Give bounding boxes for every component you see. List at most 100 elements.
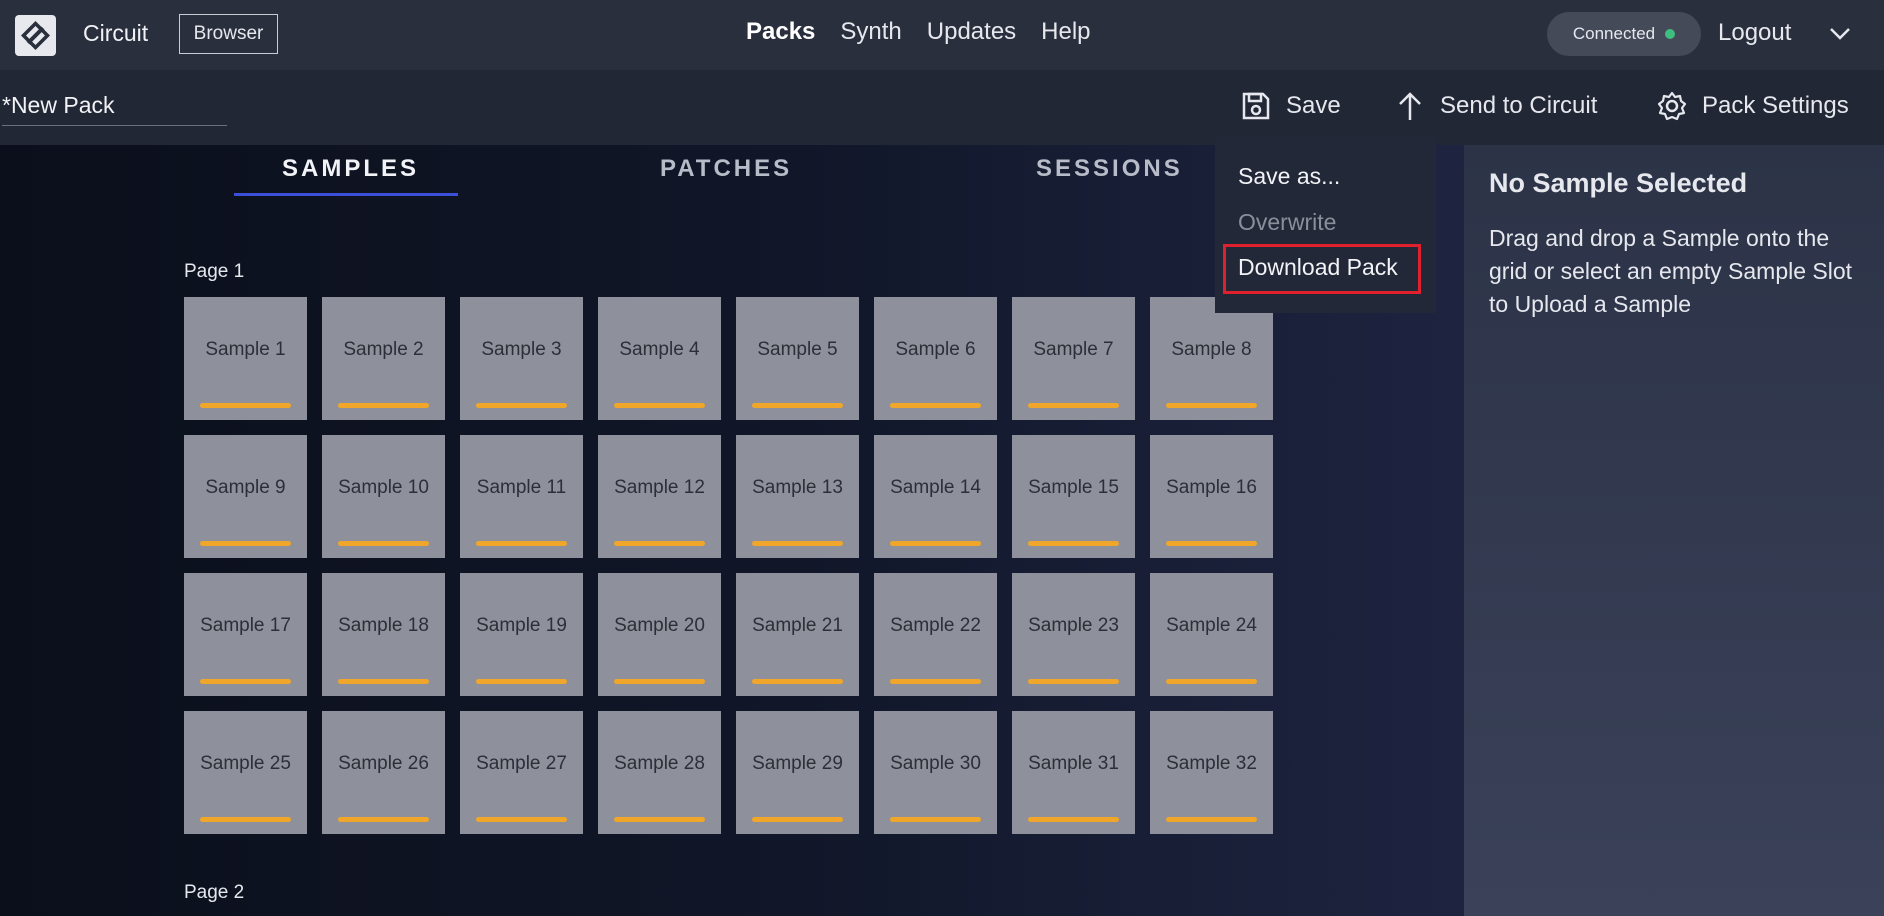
arrow-up-icon [1399, 92, 1421, 120]
sample-level-bar [338, 817, 429, 822]
sample-slot[interactable]: Sample 7 [1012, 297, 1135, 420]
sample-level-bar [476, 403, 567, 408]
sample-slot[interactable]: Sample 27 [460, 711, 583, 834]
pack-name-input[interactable]: *New Pack [2, 92, 227, 126]
menu-item-save-as[interactable]: Save as... [1238, 163, 1340, 190]
sample-slot[interactable]: Sample 24 [1150, 573, 1273, 696]
sample-slot[interactable]: Sample 4 [598, 297, 721, 420]
sample-slot[interactable]: Sample 12 [598, 435, 721, 558]
sample-level-bar [614, 817, 705, 822]
sample-level-bar [890, 817, 981, 822]
sample-slot[interactable]: Sample 21 [736, 573, 859, 696]
sample-slot[interactable]: Sample 14 [874, 435, 997, 558]
sample-level-bar [614, 679, 705, 684]
nav-packs[interactable]: Packs [746, 18, 815, 46]
page-label: Page 1 [184, 261, 245, 282]
sample-level-bar [1028, 541, 1119, 546]
nav-synth[interactable]: Synth [840, 18, 901, 46]
sample-level-bar [752, 403, 843, 408]
sample-slot[interactable]: Sample 31 [1012, 711, 1135, 834]
sample-slot-label: Sample 19 [476, 615, 567, 636]
sample-level-bar [200, 541, 291, 546]
sample-slot-label: Sample 3 [481, 339, 562, 360]
sample-slot[interactable]: Sample 26 [322, 711, 445, 834]
sample-level-bar [338, 541, 429, 546]
tab-patches[interactable]: PATCHES [660, 155, 792, 183]
sample-slot[interactable]: Sample 6 [874, 297, 997, 420]
circuit-logo-icon[interactable] [15, 15, 56, 56]
sample-level-bar [1166, 541, 1257, 546]
sample-slot[interactable]: Sample 11 [460, 435, 583, 558]
sample-level-bar [752, 817, 843, 822]
sample-slot-label: Sample 11 [476, 477, 567, 498]
sample-level-bar [890, 403, 981, 408]
sample-slot[interactable]: Sample 1 [184, 297, 307, 420]
sample-slot[interactable]: Sample 5 [736, 297, 859, 420]
sample-slot[interactable]: Sample 3 [460, 297, 583, 420]
sample-slot-label: Sample 7 [1033, 339, 1114, 360]
connection-status-label: Connected [1572, 24, 1656, 43]
sample-level-bar [338, 403, 429, 408]
sample-slot[interactable]: Sample 25 [184, 711, 307, 834]
sample-slot-label: Sample 9 [205, 477, 286, 498]
menu-item-overwrite: Overwrite [1238, 209, 1337, 235]
sample-slot-label: Sample 32 [1166, 753, 1257, 774]
nav-help[interactable]: Help [1041, 18, 1090, 46]
sample-slot-label: Sample 21 [752, 615, 843, 636]
sample-slot[interactable]: Sample 8 [1150, 297, 1273, 420]
sample-slot[interactable]: Sample 18 [322, 573, 445, 696]
sample-slot-label: Sample 4 [619, 339, 700, 360]
pack-settings-button[interactable]: Pack Settings [1656, 86, 1849, 126]
sample-slot[interactable]: Sample 32 [1150, 711, 1273, 834]
sample-slot[interactable]: Sample 17 [184, 573, 307, 696]
sample-level-bar [752, 541, 843, 546]
tab-sessions[interactable]: SESSIONS [1036, 155, 1183, 183]
sample-slot[interactable]: Sample 9 [184, 435, 307, 558]
sample-level-bar [200, 817, 291, 822]
sample-slot[interactable]: Sample 22 [874, 573, 997, 696]
browser-button[interactable]: Browser [179, 14, 278, 54]
sample-slot[interactable]: Sample 29 [736, 711, 859, 834]
nav-updates[interactable]: Updates [927, 18, 1016, 46]
sample-slot[interactable]: Sample 15 [1012, 435, 1135, 558]
tab-samples[interactable]: SAMPLES [282, 155, 419, 183]
sample-slot-label: Sample 28 [614, 753, 705, 774]
connection-status-badge: Connected [1547, 12, 1701, 56]
chevron-down-icon[interactable] [1826, 20, 1854, 48]
sample-level-bar [338, 679, 429, 684]
sample-slot-label: Sample 27 [476, 753, 567, 774]
sample-level-bar [1028, 403, 1119, 408]
sample-slot[interactable]: Sample 23 [1012, 573, 1135, 696]
sample-slot-label: Sample 15 [1028, 477, 1119, 498]
sample-slot-label: Sample 22 [890, 615, 981, 636]
sample-slot[interactable]: Sample 16 [1150, 435, 1273, 558]
sample-slot-label: Sample 20 [614, 615, 705, 636]
sample-slot[interactable]: Sample 20 [598, 573, 721, 696]
sample-slot[interactable]: Sample 2 [322, 297, 445, 420]
sample-slot[interactable]: Sample 13 [736, 435, 859, 558]
sample-slot[interactable]: Sample 28 [598, 711, 721, 834]
send-to-circuit-button[interactable]: Send to Circuit [1394, 86, 1597, 126]
save-button[interactable]: Save [1240, 86, 1341, 126]
sample-slot-label: Sample 25 [200, 753, 291, 774]
sample-slot-label: Sample 6 [895, 339, 976, 360]
highlight-box [1223, 244, 1421, 294]
sample-level-bar [1166, 403, 1257, 408]
sample-level-bar [200, 679, 291, 684]
page-label: Page 2 [184, 882, 245, 903]
sample-slot[interactable]: Sample 10 [322, 435, 445, 558]
sample-slot-label: Sample 12 [614, 477, 705, 498]
sample-slot[interactable]: Sample 30 [874, 711, 997, 834]
save-label: Save [1286, 92, 1341, 119]
logout-link[interactable]: Logout [1718, 19, 1791, 47]
sample-level-bar [1028, 679, 1119, 684]
sample-slot[interactable]: Sample 19 [460, 573, 583, 696]
main-nav: Packs Synth Updates Help [746, 18, 1116, 46]
app-name: Circuit [83, 20, 149, 46]
sample-level-bar [1166, 679, 1257, 684]
sample-slot-label: Sample 1 [205, 339, 286, 360]
active-tab-indicator [234, 193, 458, 196]
sample-slot-label: Sample 2 [343, 339, 424, 360]
sample-slot-label: Sample 31 [1028, 753, 1119, 774]
sample-slot-label: Sample 17 [200, 615, 291, 636]
